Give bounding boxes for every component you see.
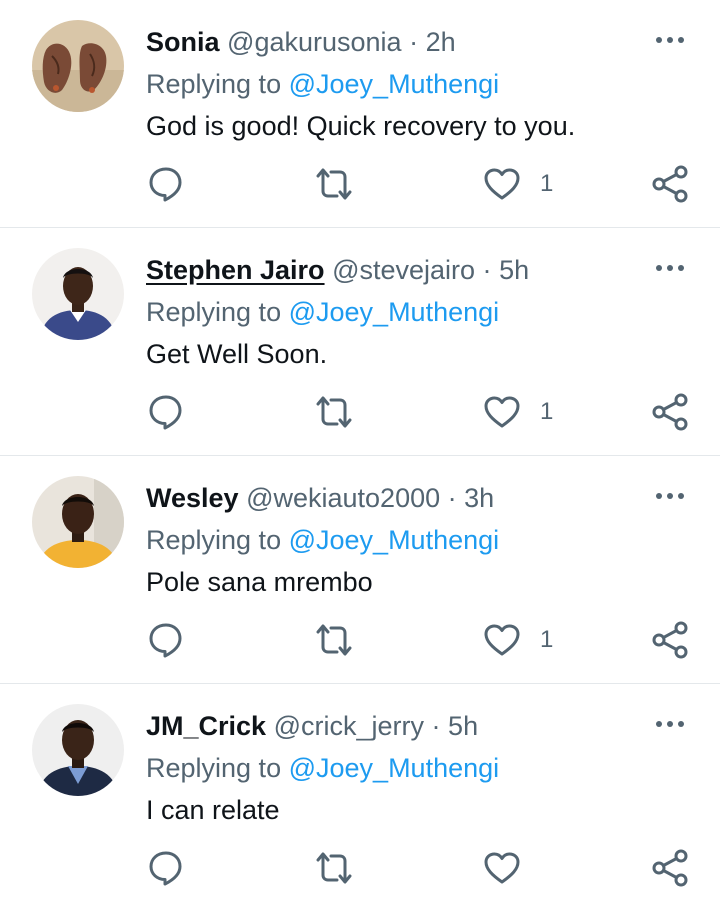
tweet-header: Stephen Jairo @stevejairo · 5h — [146, 250, 529, 290]
timestamp[interactable]: 5h — [448, 711, 478, 741]
retweet-button[interactable] — [312, 392, 356, 432]
tweet-text: Get Well Soon. — [146, 339, 328, 369]
heart-icon — [482, 848, 522, 888]
timestamp[interactable]: 2h — [426, 27, 456, 57]
user-handle[interactable]: @crick_jerry — [274, 711, 424, 741]
display-name[interactable]: Wesley — [146, 483, 239, 513]
retweet-button[interactable] — [312, 620, 356, 660]
heart-icon — [482, 164, 522, 204]
retweet-button[interactable] — [312, 848, 356, 888]
retweet-icon — [312, 392, 356, 432]
separator-dot: · — [409, 27, 419, 57]
mention-link[interactable]: @Joey_Muthengi — [289, 69, 500, 99]
heart-icon — [482, 620, 522, 660]
more-dots-icon[interactable] — [652, 484, 688, 508]
user-handle[interactable]: @wekiauto2000 — [246, 483, 440, 513]
like-button[interactable]: 1 — [482, 392, 562, 432]
timestamp[interactable]: 3h — [464, 483, 494, 513]
reply-bubble-icon — [146, 164, 186, 204]
replying-to-line: Replying to @Joey_Muthengi — [146, 520, 499, 560]
mention-link[interactable]: @Joey_Muthengi — [289, 753, 500, 783]
avatar[interactable] — [32, 20, 124, 112]
separator-dot: · — [482, 255, 492, 285]
display-name[interactable]: JM_Crick — [146, 711, 266, 741]
reply-button[interactable] — [146, 848, 186, 888]
retweet-icon — [312, 164, 356, 204]
reply-bubble-icon — [146, 620, 186, 660]
like-count: 1 — [540, 626, 554, 653]
tweet-item[interactable]: Sonia @gakurusonia · 2h Replying to @Joe… — [0, 0, 720, 228]
user-handle[interactable]: @gakurusonia — [227, 27, 402, 57]
display-name[interactable]: Sonia — [146, 27, 220, 57]
share-button[interactable] — [650, 164, 690, 204]
share-icon — [650, 392, 690, 432]
separator-dot: · — [431, 711, 441, 741]
tweet-header: JM_Crick @crick_jerry · 5h — [146, 706, 478, 746]
retweet-icon — [312, 848, 356, 888]
separator-dot: · — [447, 483, 457, 513]
replying-to-label: Replying to — [146, 753, 282, 783]
tweet-item[interactable]: JM_Crick @crick_jerry · 5h Replying to @… — [0, 684, 720, 912]
share-button[interactable] — [650, 620, 690, 660]
display-name[interactable]: Stephen Jairo — [146, 255, 325, 285]
tweet-item[interactable]: Wesley @wekiauto2000 · 3h Replying to @J… — [0, 456, 720, 684]
tweet-text: God is good! Quick recovery to you. — [146, 111, 576, 141]
more-dots-icon[interactable] — [652, 28, 688, 52]
tweet-text: I can relate — [146, 795, 280, 825]
tweet-text: Pole sana mrembo — [146, 567, 373, 597]
mention-link[interactable]: @Joey_Muthengi — [289, 297, 500, 327]
share-icon — [650, 848, 690, 888]
reply-bubble-icon — [146, 392, 186, 432]
like-count: 1 — [540, 398, 554, 425]
avatar[interactable] — [32, 476, 124, 568]
more-dots-icon[interactable] — [652, 712, 688, 736]
replying-to-line: Replying to @Joey_Muthengi — [146, 292, 499, 332]
avatar[interactable] — [32, 704, 124, 796]
tweet-header: Wesley @wekiauto2000 · 3h — [146, 478, 494, 518]
reply-feed: Sonia @gakurusonia · 2h Replying to @Joe… — [0, 0, 720, 882]
like-button[interactable]: 1 — [482, 164, 562, 204]
avatar[interactable] — [32, 248, 124, 340]
share-button[interactable] — [650, 848, 690, 888]
retweet-icon — [312, 620, 356, 660]
like-button[interactable] — [482, 848, 562, 888]
share-button[interactable] — [650, 392, 690, 432]
replying-to-line: Replying to @Joey_Muthengi — [146, 748, 499, 788]
mention-link[interactable]: @Joey_Muthengi — [289, 525, 500, 555]
reply-button[interactable] — [146, 392, 186, 432]
reply-button[interactable] — [146, 620, 186, 660]
replying-to-line: Replying to @Joey_Muthengi — [146, 64, 499, 104]
like-button[interactable]: 1 — [482, 620, 562, 660]
more-dots-icon[interactable] — [652, 256, 688, 280]
reply-button[interactable] — [146, 164, 186, 204]
replying-to-label: Replying to — [146, 69, 282, 99]
retweet-button[interactable] — [312, 164, 356, 204]
heart-icon — [482, 392, 522, 432]
replying-to-label: Replying to — [146, 297, 282, 327]
user-handle[interactable]: @stevejairo — [332, 255, 475, 285]
share-icon — [650, 164, 690, 204]
share-icon — [650, 620, 690, 660]
like-count: 1 — [540, 170, 554, 197]
timestamp[interactable]: 5h — [499, 255, 529, 285]
tweet-header: Sonia @gakurusonia · 2h — [146, 22, 456, 62]
replying-to-label: Replying to — [146, 525, 282, 555]
tweet-item[interactable]: Stephen Jairo @stevejairo · 5h Replying … — [0, 228, 720, 456]
reply-bubble-icon — [146, 848, 186, 888]
